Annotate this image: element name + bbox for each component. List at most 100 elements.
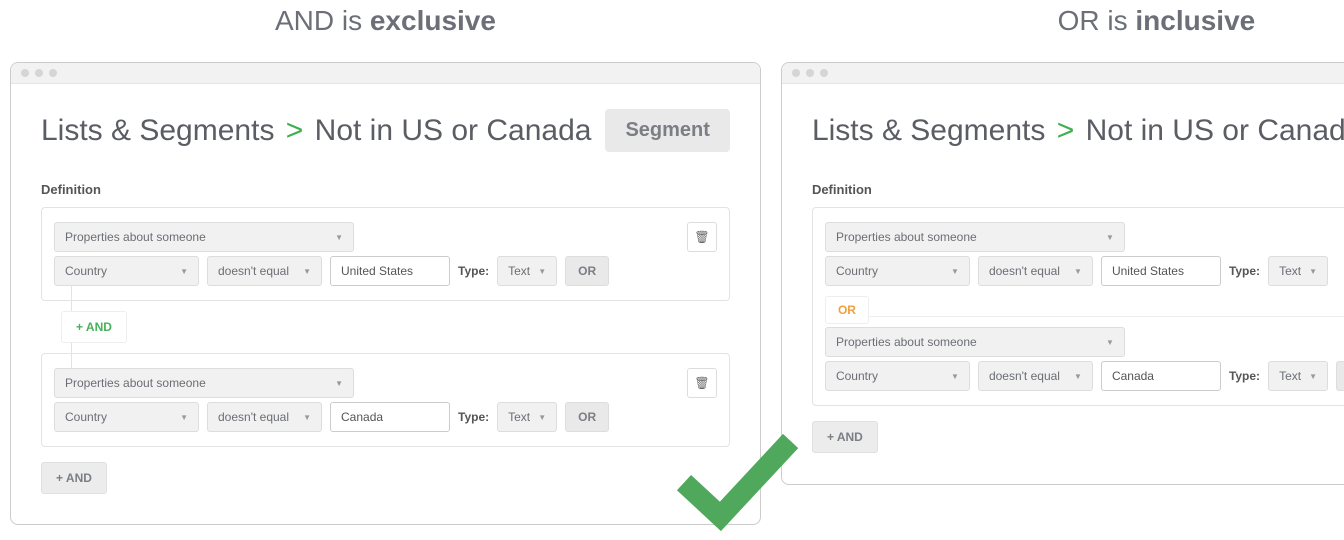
caret-down-icon: ▼ — [335, 233, 343, 242]
scope-value: Properties about someone — [65, 376, 206, 390]
breadcrumb-root[interactable]: Lists & Segments — [812, 114, 1045, 147]
caret-down-icon: ▼ — [180, 267, 188, 276]
and-connector-area: + AND — [41, 301, 730, 353]
type-select[interactable]: Text ▼ — [1268, 361, 1328, 391]
delete-rule-button[interactable]: 🗑 — [687, 368, 717, 398]
type-value: Text — [508, 410, 530, 424]
scope-select[interactable]: Properties about someone ▼ — [825, 327, 1125, 357]
caret-down-icon: ▼ — [1106, 233, 1114, 242]
rule-block: Properties about someone ▼ 🗑 Country ▼ — [825, 222, 1344, 286]
heading-bold: inclusive — [1135, 5, 1255, 36]
caret-down-icon: ▼ — [951, 372, 959, 381]
caret-down-icon: ▼ — [538, 267, 546, 276]
heading-text: OR is — [1058, 5, 1136, 36]
delete-rule-button[interactable]: 🗑 — [687, 222, 717, 252]
operator-select[interactable]: doesn't equal ▼ — [978, 361, 1093, 391]
window-dot-icon — [792, 69, 800, 77]
breadcrumb-root[interactable]: Lists & Segments — [41, 114, 274, 147]
or-button[interactable]: OR — [565, 402, 609, 432]
field-value: Country — [65, 410, 107, 424]
scope-value: Properties about someone — [65, 230, 206, 244]
add-and-button[interactable]: + AND — [41, 462, 107, 494]
window-dot-icon — [21, 69, 29, 77]
caret-down-icon: ▼ — [1074, 267, 1082, 276]
type-select[interactable]: Text ▼ — [497, 256, 557, 286]
heading-bold: exclusive — [370, 5, 496, 36]
window-dot-icon — [49, 69, 57, 77]
or-button[interactable]: OR — [1336, 361, 1344, 391]
caret-down-icon: ▼ — [1309, 267, 1317, 276]
caret-down-icon: ▼ — [538, 413, 546, 422]
operator-select[interactable]: doesn't equal ▼ — [207, 256, 322, 286]
left-browser-window: Lists & Segments > Not in US or Canada S… — [10, 62, 761, 525]
trash-icon: 🗑 — [694, 230, 709, 244]
type-label: Type: — [1229, 264, 1260, 278]
right-browser-window: Lists & Segments > Not in US or Canada S… — [781, 62, 1344, 485]
segment-button[interactable]: Segment — [605, 109, 729, 152]
caret-down-icon: ▼ — [303, 413, 311, 422]
field-select[interactable]: Country ▼ — [825, 256, 970, 286]
breadcrumb: Lists & Segments > Not in US or Canada — [41, 114, 591, 148]
or-connector-button[interactable]: OR — [825, 296, 869, 324]
operator-select[interactable]: doesn't equal ▼ — [207, 402, 322, 432]
type-label: Type: — [458, 410, 489, 424]
operator-select[interactable]: doesn't equal ▼ — [978, 256, 1093, 286]
breadcrumb-separator-icon: > — [283, 114, 307, 147]
scope-select[interactable]: Properties about someone ▼ — [825, 222, 1125, 252]
rule-builder: Properties about someone ▼ 🗑 Country ▼ — [812, 207, 1344, 406]
operator-value: doesn't equal — [218, 264, 289, 278]
checkmark-icon — [671, 425, 801, 535]
scope-select[interactable]: Properties about someone ▼ — [54, 222, 354, 252]
type-value: Text — [1279, 369, 1301, 383]
caret-down-icon: ▼ — [1309, 372, 1317, 381]
definition-label: Definition — [41, 182, 730, 197]
type-select[interactable]: Text ▼ — [497, 402, 557, 432]
field-select[interactable]: Country ▼ — [825, 361, 970, 391]
value-input[interactable] — [1101, 361, 1221, 391]
field-select[interactable]: Country ▼ — [54, 256, 199, 286]
operator-value: doesn't equal — [989, 264, 1060, 278]
caret-down-icon: ▼ — [951, 267, 959, 276]
type-value: Text — [508, 264, 530, 278]
window-dot-icon — [35, 69, 43, 77]
breadcrumb-leaf: Not in US or Canada — [315, 114, 592, 147]
window-controls — [11, 63, 760, 84]
caret-down-icon: ▼ — [180, 413, 188, 422]
window-dot-icon — [806, 69, 814, 77]
add-and-button[interactable]: + AND — [812, 421, 878, 453]
right-heading: OR is inclusive — [781, 5, 1344, 62]
breadcrumb-separator-icon: > — [1054, 114, 1078, 147]
scope-value: Properties about someone — [836, 335, 977, 349]
type-label: Type: — [1229, 369, 1260, 383]
rule-block: Properties about someone ▼ 🗑 Country ▼ — [41, 207, 730, 301]
type-label: Type: — [458, 264, 489, 278]
and-connector-button[interactable]: + AND — [61, 311, 127, 343]
or-button[interactable]: OR — [565, 256, 609, 286]
operator-value: doesn't equal — [218, 410, 289, 424]
definition-label: Definition — [812, 182, 1344, 197]
right-panel: OR is inclusive Lists & Segments > Not i… — [781, 5, 1344, 525]
left-panel: AND is exclusive Lists & Segments > Not … — [10, 5, 761, 525]
caret-down-icon: ▼ — [303, 267, 311, 276]
rule-block: Properties about someone ▼ 🗑 Country ▼ — [825, 327, 1344, 391]
operator-value: doesn't equal — [989, 369, 1060, 383]
caret-down-icon: ▼ — [335, 379, 343, 388]
scope-select[interactable]: Properties about someone ▼ — [54, 368, 354, 398]
window-dot-icon — [820, 69, 828, 77]
heading-text: AND is — [275, 5, 370, 36]
field-select[interactable]: Country ▼ — [54, 402, 199, 432]
value-input[interactable] — [1101, 256, 1221, 286]
left-heading: AND is exclusive — [10, 5, 761, 62]
type-value: Text — [1279, 264, 1301, 278]
type-select[interactable]: Text ▼ — [1268, 256, 1328, 286]
caret-down-icon: ▼ — [1074, 372, 1082, 381]
window-controls — [782, 63, 1344, 84]
breadcrumb-leaf: Not in US or Canada — [1086, 114, 1344, 147]
trash-icon: 🗑 — [694, 376, 709, 390]
or-divider-line — [825, 316, 1344, 317]
field-value: Country — [65, 264, 107, 278]
rule-block: Properties about someone ▼ 🗑 Country ▼ — [41, 353, 730, 447]
breadcrumb: Lists & Segments > Not in US or Canada — [812, 114, 1344, 148]
value-input[interactable] — [330, 256, 450, 286]
value-input[interactable] — [330, 402, 450, 432]
